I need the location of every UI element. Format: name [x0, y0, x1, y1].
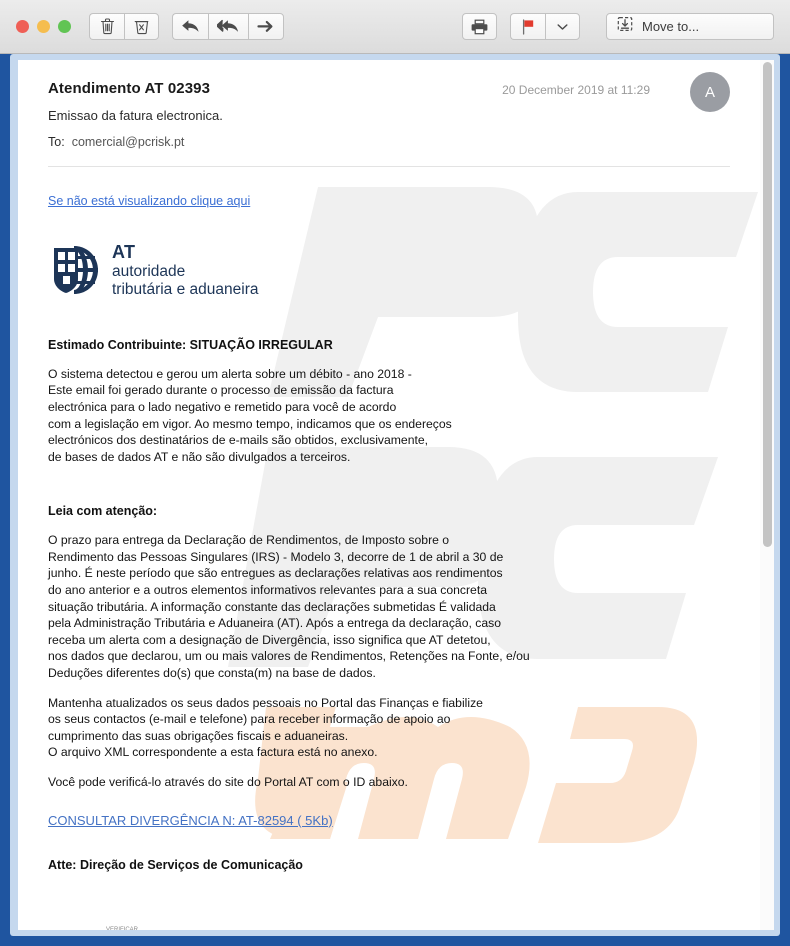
- at-logo-text: AT autoridade tributária e aduaneira: [112, 242, 259, 299]
- message-frame: Atendimento AT 02393 Emissao da fatura e…: [0, 54, 790, 946]
- maximize-window-button[interactable]: [58, 20, 71, 33]
- reply-button[interactable]: [172, 13, 208, 40]
- email-preheader: Emissao da fatura electronica.: [48, 108, 223, 123]
- body-paragraph-1: O sistema detectou e gerou um alerta sob…: [48, 366, 452, 464]
- email-header: Atendimento AT 02393 Emissao da fatura e…: [18, 60, 760, 149]
- reply-all-arrow-icon: [217, 19, 240, 34]
- norton-secured-badge: VERIFICAR Norton ™ SECURED powered by di…: [48, 922, 164, 930]
- reply-all-button[interactable]: [208, 13, 248, 40]
- avatar: A: [690, 72, 730, 112]
- delete-button-group: [89, 13, 159, 40]
- at-logo-line2: autoridade: [112, 262, 186, 280]
- attachment-link[interactable]: CONSULTAR DIVERGÊNCIA N: AT-82594 ( 5Kb): [48, 813, 333, 828]
- email-body-content: Se não está visualizando clique aqui AT …: [48, 167, 730, 930]
- body-signature: Atte: Direção de Serviços de Comunicação: [48, 857, 303, 872]
- email-recipient-row: To: comercial@pcrisk.pt: [48, 135, 730, 149]
- at-logo-line1: AT: [112, 242, 136, 262]
- junk-button[interactable]: [124, 13, 159, 40]
- message-scrollbar[interactable]: [760, 60, 774, 930]
- print-button-group: [462, 13, 497, 40]
- body-paragraph-3: Mantenha atualizados os seus dados pesso…: [48, 695, 483, 760]
- mail-window: Move to... Atendimento AT 02393 Emissao …: [0, 0, 790, 946]
- move-to-label: Move to...: [642, 19, 700, 34]
- delete-button[interactable]: [89, 13, 124, 40]
- minimize-window-button[interactable]: [37, 20, 50, 33]
- at-logo: AT autoridade tributária e aduaneira: [48, 242, 730, 299]
- red-flag-icon: [521, 18, 535, 35]
- move-to-folder-icon: [617, 16, 633, 37]
- body-paragraph-2: O prazo para entrega da Declaração de Re…: [48, 533, 530, 681]
- forward-button[interactable]: [248, 13, 284, 40]
- flag-dropdown-button[interactable]: [545, 13, 580, 40]
- window-traffic-lights: [16, 20, 71, 33]
- flag-button-group: [510, 13, 580, 40]
- email-body: Se não está visualizando clique aqui AT …: [18, 167, 760, 930]
- body-paragraph-4: Você pode verificá-lo através do site do…: [48, 775, 408, 789]
- print-button[interactable]: [462, 13, 497, 40]
- norton-verificar-text: VERIFICAR: [106, 927, 139, 930]
- reply-arrow-icon: [181, 19, 200, 34]
- reply-button-group: [172, 13, 284, 40]
- to-label: To:: [48, 135, 65, 149]
- printer-icon: [471, 19, 488, 35]
- flag-button[interactable]: [510, 13, 545, 40]
- at-coat-of-arms-icon: [48, 243, 102, 297]
- body-heading-2: Leia com atenção:: [48, 504, 158, 519]
- message-pane: Atendimento AT 02393 Emissao da fatura e…: [18, 60, 760, 930]
- body-heading-1: Estimado Contribuinte: SITUAÇÃO IRREGULA…: [48, 337, 333, 352]
- forward-arrow-icon: [257, 19, 275, 34]
- chevron-down-icon: [557, 23, 568, 31]
- at-logo-line3: tributária e aduaneira: [112, 280, 259, 298]
- email-date: 20 December 2019 at 11:29: [502, 83, 650, 97]
- view-in-browser-link[interactable]: Se não está visualizando clique aqui: [48, 194, 250, 208]
- trash-icon: [100, 18, 115, 35]
- close-window-button[interactable]: [16, 20, 29, 33]
- to-address[interactable]: comercial@pcrisk.pt: [72, 135, 185, 149]
- message-frame-inner: Atendimento AT 02393 Emissao da fatura e…: [10, 54, 780, 936]
- window-toolbar: Move to...: [0, 0, 790, 54]
- junk-trash-icon: [134, 18, 149, 35]
- message-scrollbar-thumb[interactable]: [763, 62, 772, 547]
- move-to-button[interactable]: Move to...: [606, 13, 774, 40]
